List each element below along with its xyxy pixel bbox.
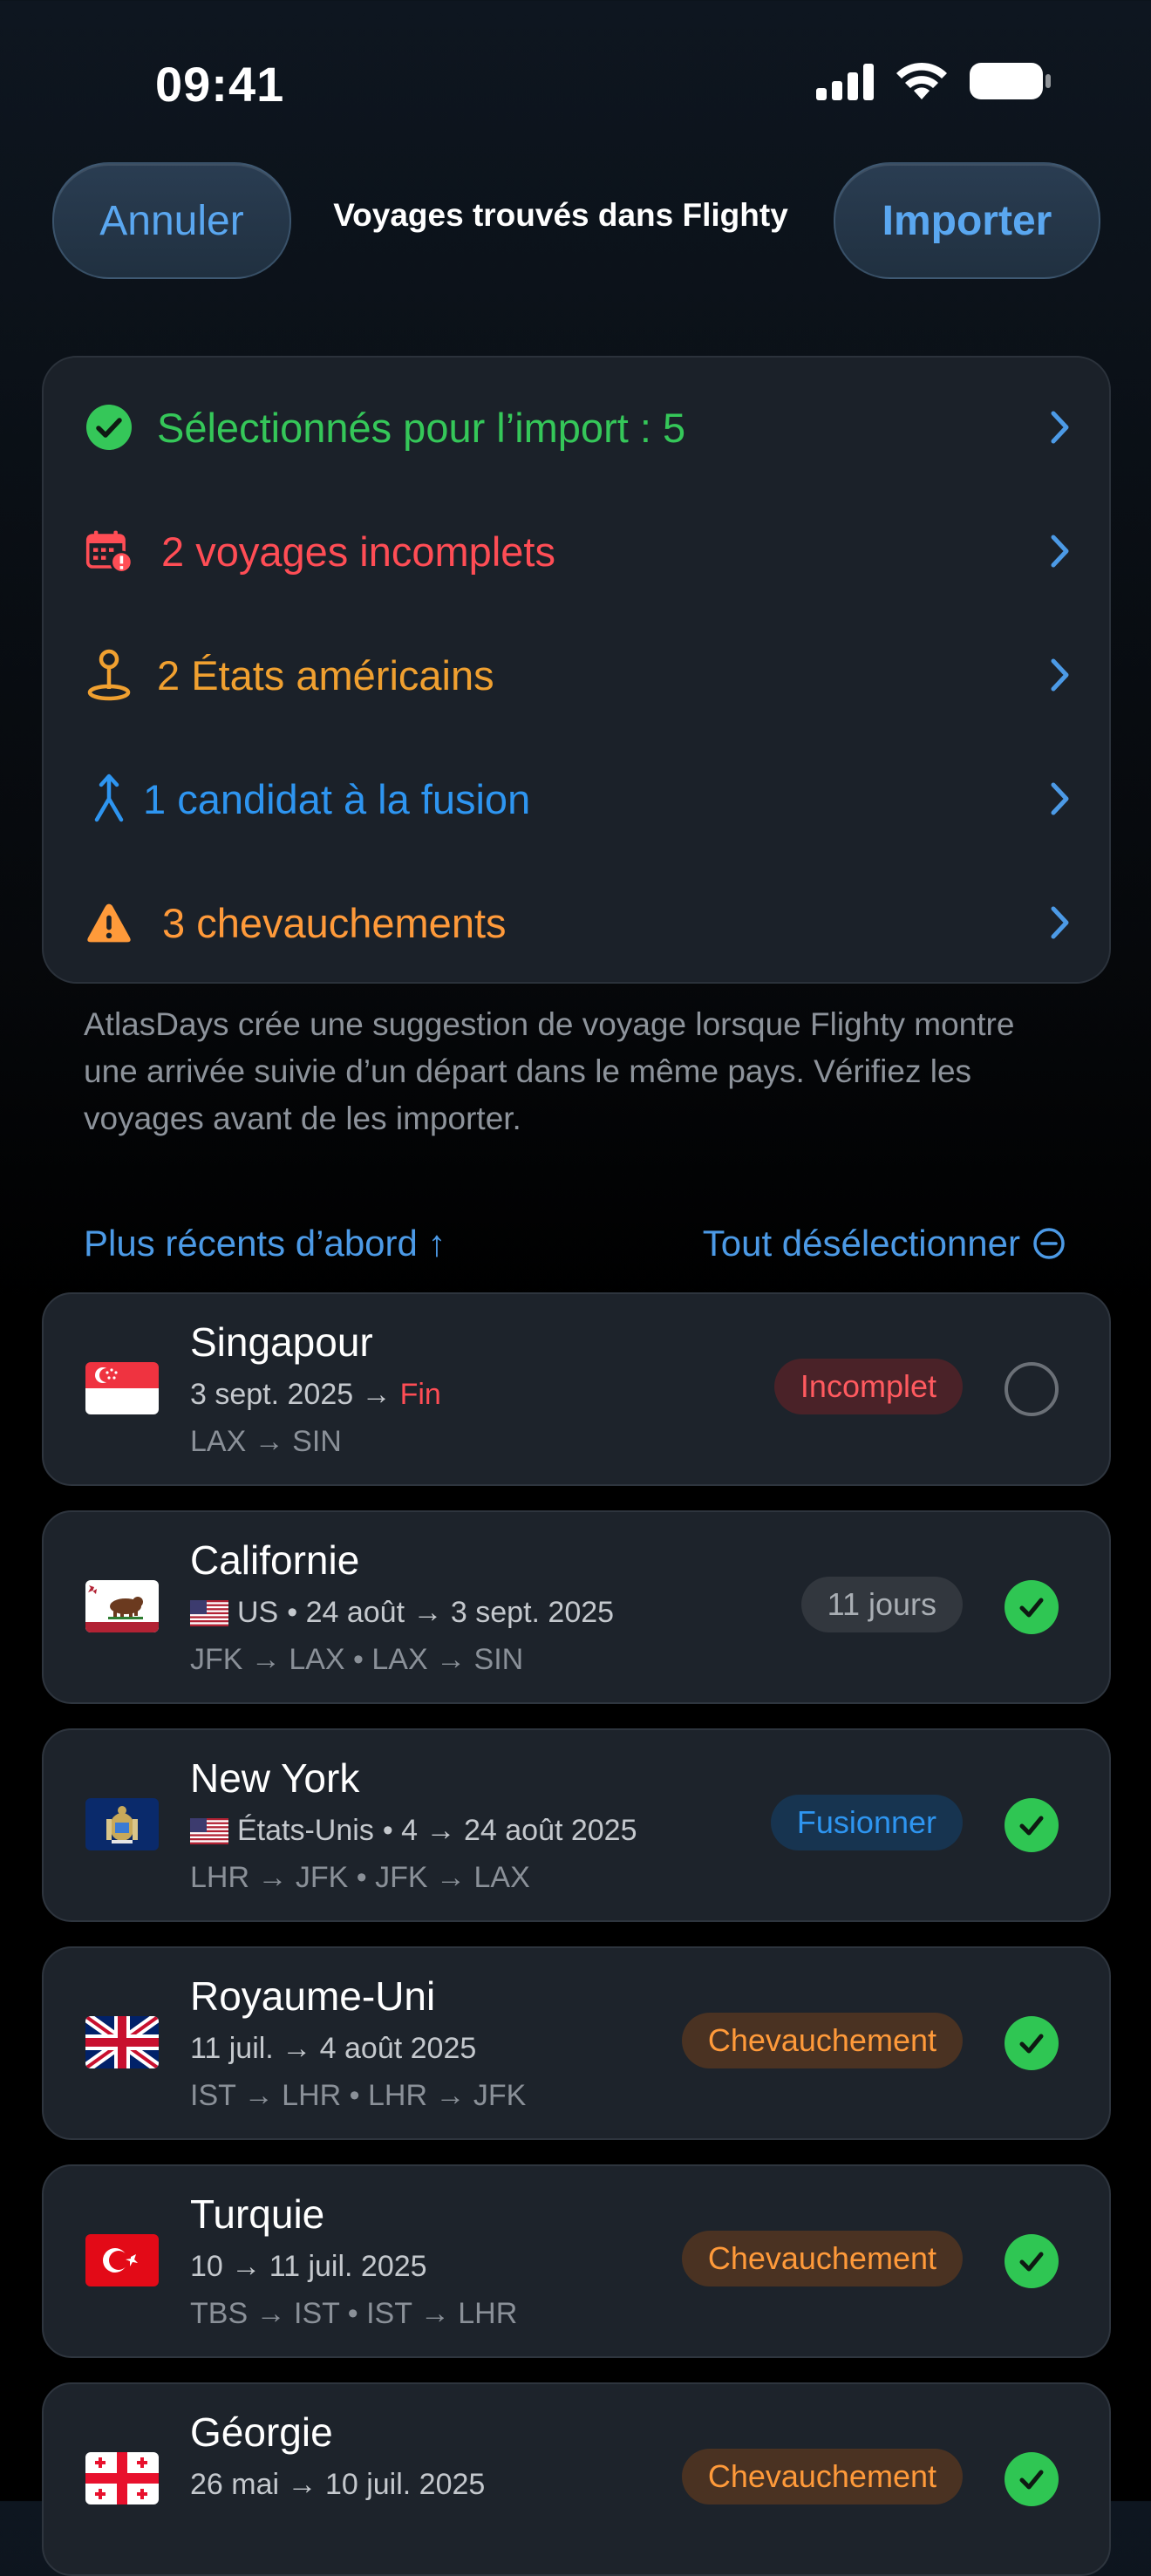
uk-flag-icon bbox=[85, 2016, 159, 2068]
status-badge-overlap[interactable]: Chevauchement bbox=[681, 2449, 963, 2504]
selection-checkbox-checked[interactable] bbox=[1005, 2452, 1059, 2506]
summary-row-selected[interactable]: Sélectionnés pour l’import : 5 bbox=[44, 384, 1109, 471]
trip-card-new-york[interactable]: New York États-Unis • 4 → 24 août 2025 L… bbox=[42, 1728, 1111, 1922]
summary-merge-label: 1 candidat à la fusion bbox=[143, 775, 531, 822]
trip-dates-end-missing: Fin bbox=[399, 1378, 441, 1411]
import-summary-card: Sélectionnés pour l’import : 5 2 voyages… bbox=[42, 356, 1111, 984]
status-badge-overlap[interactable]: Chevauchement bbox=[681, 2013, 963, 2068]
status-badge-merge[interactable]: Fusionner bbox=[770, 1795, 963, 1850]
chevron-right-icon bbox=[1051, 782, 1069, 815]
cancel-button[interactable]: Annuler bbox=[52, 162, 291, 279]
trip-card-california[interactable]: Californie US • 24 août → 3 sept. 2025 J… bbox=[42, 1510, 1111, 1704]
page-title: Voyages trouvés dans Flighty bbox=[333, 197, 788, 233]
trip-dates-range: • 24 août → 3 sept. 2025 bbox=[287, 1596, 615, 1629]
summary-row-incomplete[interactable]: 2 voyages incomplets bbox=[44, 508, 1109, 595]
us-flag-icon bbox=[190, 1817, 228, 1844]
chevron-right-icon bbox=[1051, 411, 1069, 444]
trip-dates-range: • 4 → 24 août 2025 bbox=[382, 1814, 637, 1847]
battery-icon bbox=[970, 63, 1051, 99]
trip-card-singapore[interactable]: Singapour 3 sept. 2025 → Fin LAX → SIN I… bbox=[42, 1292, 1111, 1486]
import-button[interactable]: Importer bbox=[834, 162, 1100, 279]
trip-dates: 10 → 11 juil. 2025 bbox=[190, 2250, 427, 2283]
warning-triangle-icon bbox=[85, 899, 133, 946]
chevron-right-icon bbox=[1051, 906, 1069, 939]
trip-name: Géorgie bbox=[190, 2409, 333, 2455]
trip-name: Californie bbox=[190, 1537, 360, 1583]
wifi-icon bbox=[896, 62, 947, 99]
trip-dates: 11 juil. → 4 août 2025 bbox=[190, 2032, 477, 2065]
minus-circle-icon bbox=[1033, 1228, 1065, 1259]
selection-checkbox-checked[interactable] bbox=[1005, 2234, 1059, 2288]
selection-checkbox-checked[interactable] bbox=[1005, 1798, 1059, 1852]
trip-route: IST → LHR • LHR → JFK bbox=[190, 2079, 527, 2112]
summary-selected-label: Sélectionnés pour l’import : 5 bbox=[157, 404, 686, 451]
deselect-all-label: Tout désélectionner bbox=[702, 1223, 1020, 1264]
status-badge-incomplete[interactable]: Incomplet bbox=[773, 1359, 963, 1414]
trip-dates: États-Unis • 4 → 24 août 2025 bbox=[190, 1814, 637, 1848]
summary-row-merge[interactable]: 1 candidat à la fusion bbox=[44, 755, 1109, 842]
trip-dates: 26 mai → 10 juil. 2025 bbox=[190, 2468, 486, 2501]
trip-dates: 3 sept. 2025 → Fin bbox=[190, 1378, 441, 1412]
trip-name: Turquie bbox=[190, 2191, 325, 2237]
deselect-all-button[interactable]: Tout désélectionner bbox=[703, 1223, 1066, 1264]
us-flag-icon bbox=[190, 1599, 228, 1626]
trip-route: LAX → SIN bbox=[190, 1425, 342, 1458]
checkmark-icon bbox=[1019, 2252, 1044, 2272]
trip-card-united-kingdom[interactable]: Royaume-Uni 11 juil. → 4 août 2025 IST →… bbox=[42, 1946, 1111, 2140]
status-badge-overlap[interactable]: Chevauchement bbox=[681, 2231, 963, 2286]
sort-order-button[interactable]: Plus récents d’abord ↑ bbox=[84, 1223, 446, 1264]
chevron-right-icon bbox=[1051, 658, 1069, 692]
merge-icon bbox=[85, 773, 133, 822]
trip-dates: US • 24 août → 3 sept. 2025 bbox=[190, 1596, 614, 1630]
trip-route: TBS → IST • IST → LHR bbox=[190, 2297, 518, 2330]
cellular-signal-icon bbox=[816, 64, 874, 100]
calendar-warning-icon bbox=[85, 528, 133, 575]
trip-name: New York bbox=[190, 1755, 360, 1801]
georgia-flag-icon bbox=[85, 2452, 159, 2504]
status-icons bbox=[814, 61, 1052, 101]
import-explanation-note: AtlasDays crée une suggestion de voyage … bbox=[84, 1006, 1015, 1136]
trip-dates-start: 3 sept. 2025 → bbox=[190, 1378, 392, 1411]
summary-us-states-label: 2 États américains bbox=[157, 651, 494, 699]
trip-card-turkey[interactable]: Turquie 10 → 11 juil. 2025 TBS → IST • I… bbox=[42, 2164, 1111, 2358]
checkmark-circle-icon bbox=[85, 404, 133, 451]
map-pin-icon bbox=[85, 649, 133, 701]
summary-overlaps-label: 3 chevauchements bbox=[162, 899, 507, 946]
selection-checkbox-unchecked[interactable] bbox=[1005, 1362, 1059, 1416]
checkmark-icon bbox=[1019, 2034, 1044, 2054]
trip-route: LHR → JFK • JFK → LAX bbox=[190, 1861, 530, 1894]
selection-checkbox-checked[interactable] bbox=[1005, 2016, 1059, 2070]
status-time: 09:41 bbox=[155, 57, 285, 112]
trip-name: Singapour bbox=[190, 1319, 373, 1365]
turkey-flag-icon bbox=[85, 2234, 159, 2286]
california-flag-icon bbox=[85, 1580, 159, 1632]
new-york-flag-icon bbox=[85, 1798, 159, 1850]
status-badge-duration[interactable]: 11 jours bbox=[800, 1577, 963, 1632]
trip-card-georgia[interactable]: Géorgie 26 mai → 10 juil. 2025 Chevauche… bbox=[42, 2382, 1111, 2576]
selection-checkbox-checked[interactable] bbox=[1005, 1580, 1059, 1634]
singapore-flag-icon bbox=[85, 1362, 159, 1414]
trip-name: Royaume-Uni bbox=[190, 1973, 436, 2019]
trip-country-name: États-Unis bbox=[237, 1814, 374, 1847]
chevron-right-icon bbox=[1051, 535, 1069, 568]
checkmark-icon bbox=[1019, 1816, 1044, 1836]
checkmark-icon bbox=[1019, 2470, 1044, 2490]
summary-row-overlaps[interactable]: 3 chevauchements bbox=[44, 879, 1109, 966]
trip-route: JFK → LAX • LAX → SIN bbox=[190, 1643, 524, 1676]
trip-country-code: US bbox=[237, 1596, 279, 1629]
checkmark-icon bbox=[1019, 1598, 1044, 1618]
summary-row-us-states[interactable]: 2 États américains bbox=[44, 631, 1109, 719]
summary-incomplete-label: 2 voyages incomplets bbox=[161, 528, 555, 575]
